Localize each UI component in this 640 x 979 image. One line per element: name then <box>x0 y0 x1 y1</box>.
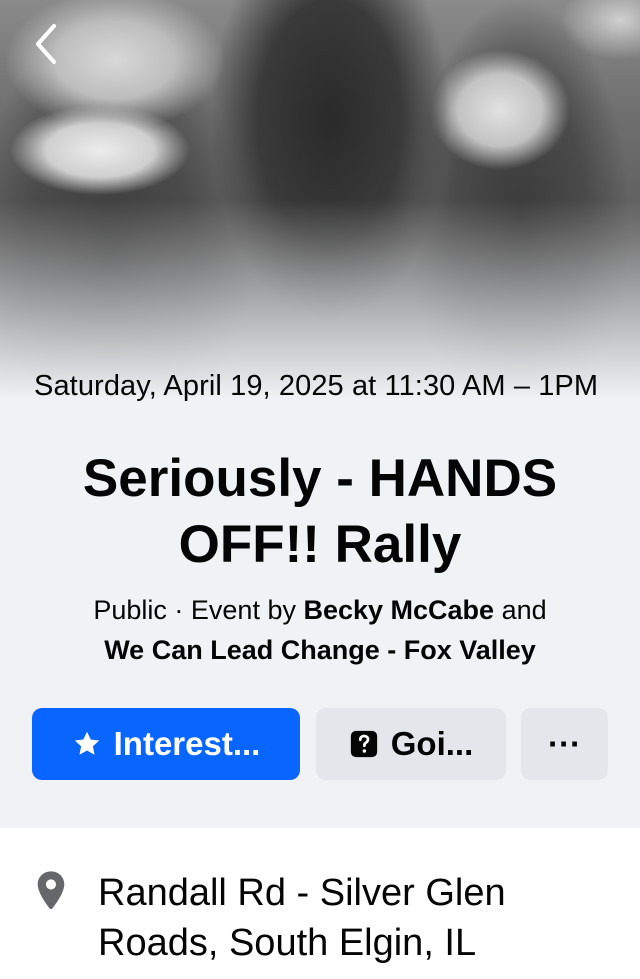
question-box-icon <box>349 729 379 759</box>
interested-button[interactable]: Interest... <box>32 708 300 780</box>
back-button[interactable] <box>22 20 70 68</box>
event-title: Seriously - HANDS OFF!! Rally <box>82 449 558 574</box>
event-by-prefix: Event by <box>190 595 304 625</box>
going-label: Goi... <box>390 725 474 762</box>
event-details-card: Randall Rd - Silver Glen Roads, South El… <box>0 828 640 979</box>
event-page: Saturday, April 19, 2025 at 11:30 AM – 1… <box>0 0 640 979</box>
hosts-and: and <box>494 595 547 625</box>
location-text: Randall Rd - Silver Glen Roads, South El… <box>98 872 506 964</box>
interested-label: Interest... <box>113 725 261 762</box>
star-icon <box>72 729 102 759</box>
event-date-time: Saturday, April 19, 2025 at 11:30 AM – 1… <box>34 370 599 402</box>
event-privacy: Public <box>93 595 167 625</box>
host-link-1[interactable]: Becky McCabe <box>303 595 494 625</box>
host-link-2[interactable]: We Can Lead Change - Fox Valley <box>104 635 536 665</box>
event-hosts: Public · Event by Becky McCabe and We Ca… <box>20 590 620 670</box>
event-actions: Interest... Goi... ··· <box>32 708 608 780</box>
chevron-left-icon <box>36 24 56 64</box>
going-button[interactable]: Goi... <box>316 708 506 780</box>
map-pin-icon <box>37 871 65 910</box>
more-label: ··· <box>548 725 581 762</box>
more-options-button[interactable]: ··· <box>521 708 608 780</box>
privacy-separator: · <box>166 595 191 625</box>
